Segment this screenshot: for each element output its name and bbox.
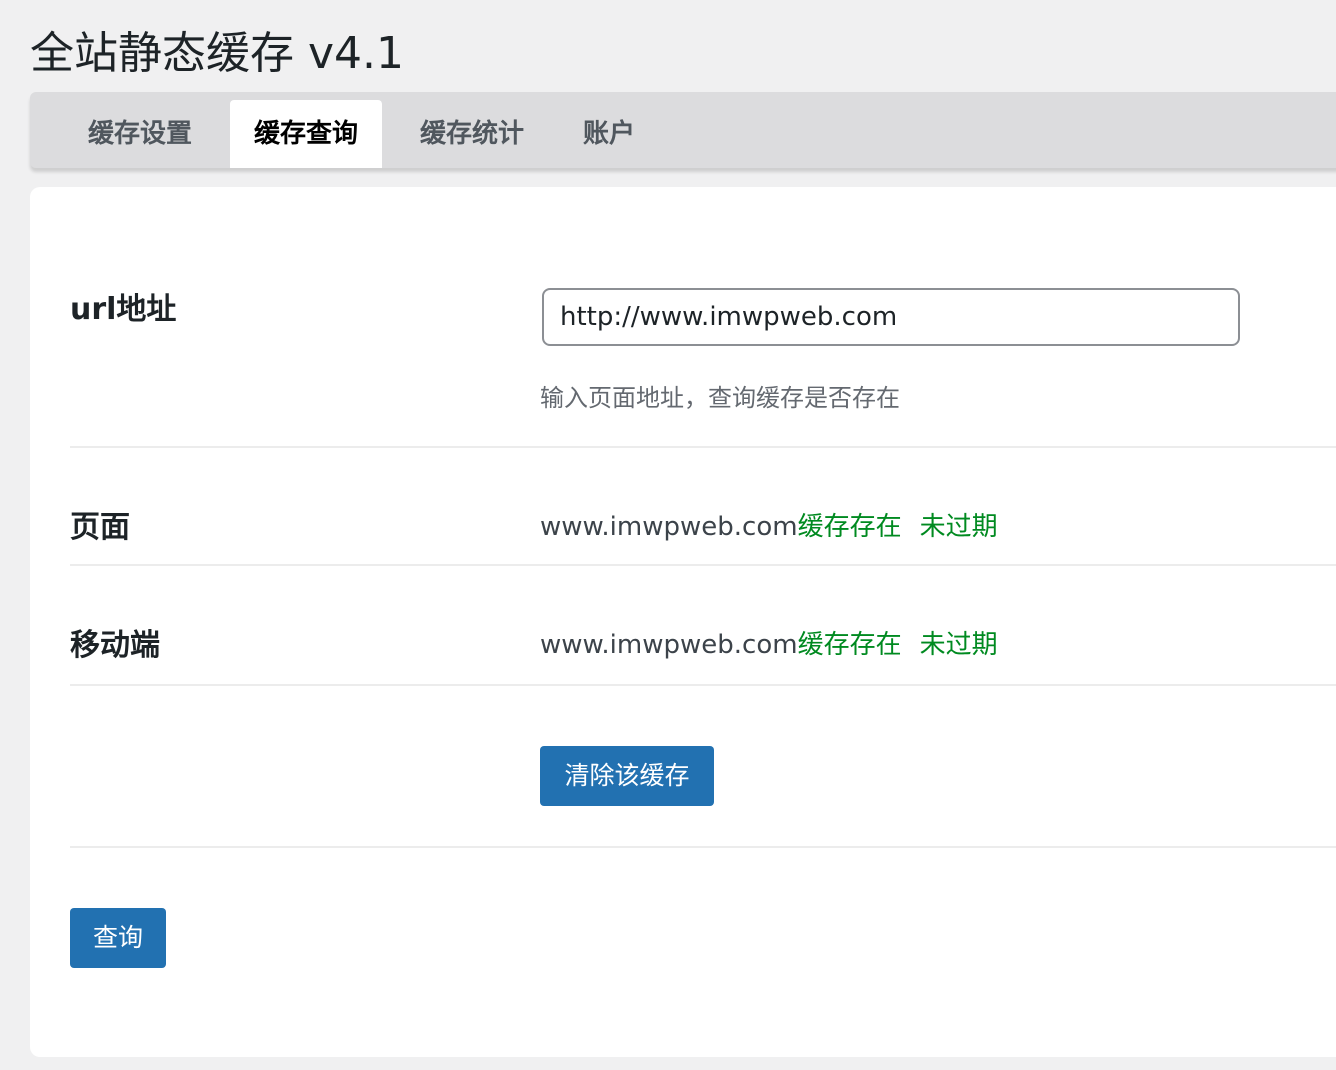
tab-cache-query[interactable]: 缓存查询: [230, 100, 382, 168]
result-domain: www.imwpweb.com: [540, 512, 798, 542]
tab-cache-stats[interactable]: 缓存统计: [398, 100, 546, 168]
divider: [70, 564, 1336, 566]
result-status-mobile: www.imwpweb.com缓存存在 未过期: [540, 625, 998, 665]
cache-exists-text: 缓存存在: [797, 512, 902, 542]
url-input[interactable]: [542, 288, 1240, 346]
divider: [70, 846, 1336, 848]
not-expired-text: 未过期: [919, 630, 998, 660]
url-field-label: url地址: [70, 292, 177, 327]
cache-exists-text: 缓存存在: [797, 630, 902, 660]
result-label-page: 页面: [70, 510, 130, 545]
not-expired-text: 未过期: [919, 512, 998, 542]
query-panel: url地址 输入页面地址，查询缓存是否存在 页面 www.imwpweb.com…: [30, 187, 1336, 1057]
result-status-page: www.imwpweb.com缓存存在 未过期: [540, 507, 998, 547]
result-domain: www.imwpweb.com: [540, 630, 798, 660]
clear-cache-button[interactable]: 清除该缓存: [540, 746, 714, 806]
divider: [70, 446, 1336, 448]
tab-account[interactable]: 账户: [564, 100, 654, 168]
tab-cache-settings[interactable]: 缓存设置: [66, 100, 214, 168]
url-help-text: 输入页面地址，查询缓存是否存在: [540, 384, 900, 412]
page-title: 全站静态缓存 v4.1: [30, 28, 404, 79]
divider: [70, 684, 1336, 686]
query-button[interactable]: 查询: [70, 908, 166, 968]
result-label-mobile: 移动端: [70, 628, 160, 663]
tab-bar: 缓存设置 缓存查询 缓存统计 账户: [30, 92, 1336, 168]
